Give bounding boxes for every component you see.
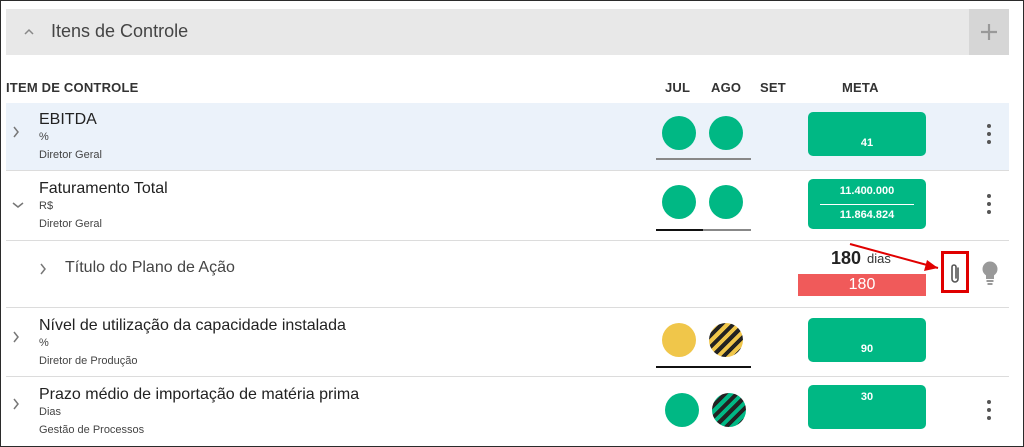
column-header-item: ITEM DE CONTROLE (6, 80, 139, 95)
more-options-icon[interactable] (979, 123, 999, 145)
item-unit: % (39, 337, 49, 349)
attachment-highlight[interactable] (941, 251, 969, 293)
annotation-arrow (849, 243, 939, 271)
status-dot-ago[interactable] (709, 185, 743, 219)
meta-value: 41 (860, 137, 874, 149)
more-options-icon[interactable] (979, 399, 999, 421)
table-row[interactable]: Prazo médio de importação de matéria pri… (6, 377, 1009, 443)
meta-badge[interactable]: 11.400.000 11.864.824 (808, 179, 926, 229)
period-underline (703, 229, 751, 231)
meta-value: 90 (860, 343, 874, 355)
period-underline (656, 366, 751, 368)
meta-badge[interactable]: 90 (808, 318, 926, 362)
add-item-button[interactable] (969, 9, 1009, 55)
period-underline (656, 158, 751, 160)
item-unit: Dias (39, 406, 62, 418)
paperclip-icon (951, 264, 959, 283)
more-options-icon[interactable] (979, 193, 999, 215)
chevron-right-icon[interactable] (12, 125, 20, 143)
item-name[interactable]: Prazo médio de importação de matéria pri… (39, 386, 359, 404)
item-owner: Diretor de Produção (39, 355, 138, 367)
item-owner: Diretor Geral (39, 149, 102, 161)
chevron-right-icon[interactable] (12, 397, 20, 415)
item-owner: Diretor Geral (39, 218, 102, 230)
column-header-meta: META (842, 80, 879, 95)
status-dot-ago[interactable] (709, 323, 743, 357)
chevron-right-icon[interactable] (39, 262, 47, 280)
lightbulb-icon[interactable] (979, 260, 1001, 286)
meta-badge[interactable]: 30 (808, 385, 926, 429)
chevron-down-icon[interactable] (12, 196, 24, 214)
chevron-up-icon[interactable] (24, 23, 34, 39)
item-name[interactable]: Nível de utilização da capacidade instal… (39, 317, 346, 335)
item-unit: % (39, 131, 49, 143)
table-row[interactable]: Nível de utilização da capacidade instal… (6, 308, 1009, 377)
item-name[interactable]: Faturamento Total (39, 180, 168, 198)
item-name[interactable]: EBITDA (39, 111, 97, 129)
plus-icon (981, 24, 997, 40)
meta-actual-value: 11.864.824 (839, 209, 895, 221)
item-owner: Gestão de Processos (39, 424, 145, 436)
control-items-panel: Itens de Controle ITEM DE CONTROLE JUL A… (0, 0, 1024, 447)
action-plan-row[interactable]: Título do Plano de Ação 180 dias 180 (6, 241, 1009, 308)
table-row[interactable]: EBITDA % Diretor Geral 41 (6, 103, 1009, 171)
panel-header[interactable]: Itens de Controle (6, 9, 1009, 55)
meta-target-value: 11.400.000 (839, 185, 895, 197)
status-dot-jul[interactable] (665, 393, 699, 427)
status-dot-ago[interactable] (712, 393, 746, 427)
item-unit: R$ (39, 200, 54, 212)
status-dot-jul[interactable] (662, 323, 696, 357)
column-header-jul: JUL (665, 80, 691, 95)
meta-badge[interactable]: 41 (808, 112, 926, 156)
panel-title: Itens de Controle (51, 21, 189, 41)
column-header-set: SET (760, 80, 786, 95)
status-dot-jul[interactable] (662, 116, 696, 150)
column-header-ago: AGO (711, 80, 742, 95)
meta-value: 30 (860, 391, 874, 403)
table-row[interactable]: Faturamento Total R$ Diretor Geral 11.40… (6, 171, 1009, 241)
meta-divider (820, 204, 914, 205)
chevron-right-icon[interactable] (12, 330, 20, 348)
action-plan-title[interactable]: Título do Plano de Ação (65, 259, 235, 277)
period-underline (656, 229, 703, 231)
status-dot-ago[interactable] (709, 116, 743, 150)
status-dot-jul[interactable] (662, 185, 696, 219)
